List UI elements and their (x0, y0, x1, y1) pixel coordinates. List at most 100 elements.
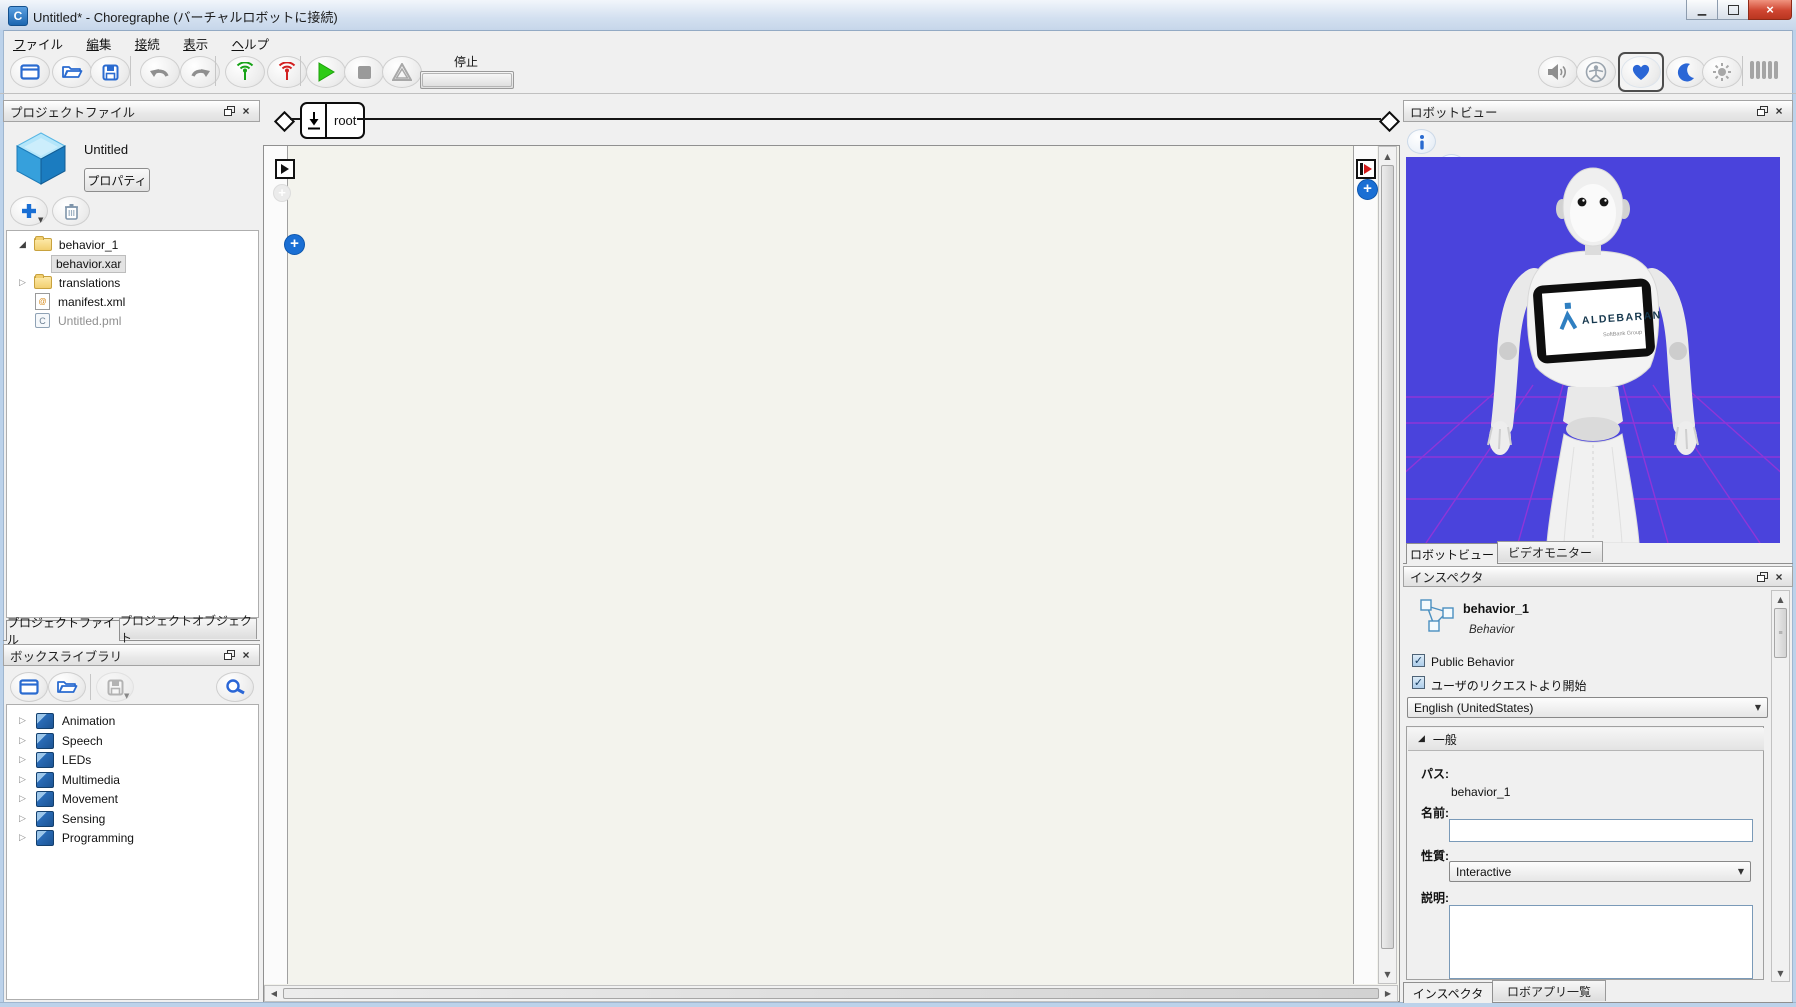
menu-help[interactable]: ヘルプ (222, 31, 280, 56)
title-bar[interactable]: C Untitled* - Choregraphe (バーチャルロボットに接続)… (0, 0, 1796, 31)
undo-button[interactable] (140, 56, 180, 88)
library-item-multimedia[interactable]: ▷ Multimedia (7, 770, 256, 789)
close-panel-icon[interactable]: × (1772, 570, 1786, 583)
close-panel-icon[interactable]: × (239, 649, 253, 662)
name-input[interactable] (1449, 819, 1753, 842)
delete-file-button[interactable] (52, 196, 90, 226)
posture-button[interactable] (1576, 56, 1616, 88)
tab-project-files[interactable]: プロジェクトファイル (6, 620, 120, 641)
canvas-vertical-scrollbar[interactable]: ▲ ▼ (1378, 146, 1397, 984)
scrollbar-thumb[interactable]: ≡ (1774, 608, 1787, 658)
root-behavior-node[interactable]: root (300, 102, 365, 139)
behavior-diagram-icon (1418, 598, 1456, 634)
stop-slider-thumb[interactable] (422, 73, 512, 87)
wake-button[interactable] (1702, 56, 1742, 88)
maximize-button[interactable] (1717, 0, 1749, 20)
library-item-leds[interactable]: ▷ LEDs (7, 750, 256, 769)
save-project-button[interactable] (90, 56, 130, 88)
tree-collapsed-icon[interactable]: ▷ (19, 775, 26, 785)
float-panel-icon[interactable] (1755, 105, 1769, 118)
canvas-input-connector[interactable] (275, 159, 295, 179)
menu-edit[interactable]: 編集 (76, 31, 121, 56)
start-on-user-request-checkbox[interactable] (1412, 676, 1425, 689)
flow-diagram-canvas[interactable]: ▲ ▼ ◀ ▶ (263, 145, 1400, 1002)
library-item-animation[interactable]: ▷ Animation (7, 711, 256, 730)
robot-info-button[interactable] (1407, 129, 1436, 154)
start-on-user-request-label: ユーザのリクエストより開始 (1431, 677, 1587, 694)
scroll-right-arrow[interactable]: ▶ (1381, 986, 1395, 1001)
scrollbar-thumb[interactable] (283, 988, 1379, 999)
general-section-header[interactable]: ◢ 一般 (1408, 728, 1764, 751)
new-project-button[interactable] (10, 56, 50, 88)
tree-item-behavior-folder[interactable]: ◢ behavior_1 (7, 235, 256, 254)
tree-expanded-icon[interactable]: ◢ (19, 240, 26, 250)
tree-collapsed-icon[interactable]: ▷ (19, 716, 26, 726)
disconnect-button[interactable] (267, 56, 307, 88)
tree-item-pml[interactable]: C Untitled.pml (7, 311, 256, 330)
description-textarea[interactable] (1449, 905, 1753, 979)
library-item-speech[interactable]: ▷ Speech (7, 731, 256, 750)
scroll-down-arrow[interactable]: ▼ (1379, 967, 1396, 981)
scroll-up-arrow[interactable]: ▲ (1772, 593, 1789, 606)
tab-robo-apps[interactable]: ロボアプリ一覧 (1492, 980, 1606, 1001)
robot-3d-viewport[interactable]: ALDEBARAN SoftBank Group (1406, 157, 1780, 543)
menu-connection[interactable]: 接続 (125, 31, 170, 56)
play-button[interactable] (306, 56, 346, 88)
tree-collapsed-icon[interactable]: ▷ (19, 794, 26, 804)
tree-item-translations[interactable]: ▷ translations (7, 273, 256, 292)
canvas-output-connector[interactable] (1356, 159, 1376, 179)
close-panel-icon[interactable]: × (239, 105, 253, 118)
tree-item-label-selected[interactable]: behavior.xar (51, 255, 126, 273)
tab-project-objects[interactable]: プロジェクトオブジェクト (119, 618, 257, 639)
add-input-button-faint[interactable] (273, 184, 291, 202)
search-box-button[interactable] (216, 672, 254, 702)
scroll-down-arrow[interactable]: ▼ (1772, 967, 1789, 980)
inspector-scrollbar[interactable]: ▲ ≡ ▼ (1771, 590, 1790, 982)
tree-collapsed-icon[interactable]: ▷ (19, 736, 26, 746)
redo-button[interactable] (180, 56, 220, 88)
tab-video-monitor[interactable]: ビデオモニター (1497, 541, 1603, 562)
scroll-up-arrow[interactable]: ▲ (1379, 149, 1396, 163)
canvas-horizontal-scrollbar[interactable]: ◀ ▶ (264, 985, 1398, 1002)
tree-collapsed-icon[interactable]: ▷ (19, 755, 26, 765)
scroll-left-arrow[interactable]: ◀ (267, 986, 281, 1001)
stop-button[interactable] (344, 56, 384, 88)
tree-collapsed-icon[interactable]: ▷ (19, 833, 26, 843)
close-panel-icon[interactable]: × (1772, 105, 1786, 118)
tree-item-manifest[interactable]: @ manifest.xml (7, 292, 256, 311)
open-project-button[interactable] (52, 56, 92, 88)
add-file-dropdown-arrow[interactable]: ▼ (38, 216, 43, 224)
minimize-button[interactable]: ▁ (1686, 0, 1718, 20)
public-behavior-label: Public Behavior (1431, 655, 1514, 669)
language-dropdown[interactable]: English (UnitedStates) ▼ (1407, 697, 1768, 718)
volume-button[interactable] (1538, 56, 1578, 88)
tab-robot-view[interactable]: ロボットビュー (1406, 543, 1498, 564)
stop-slider[interactable] (420, 71, 514, 89)
connect-button[interactable] (225, 56, 265, 88)
robot-life-button[interactable] (1618, 52, 1664, 92)
sleep-button[interactable] (1666, 56, 1706, 88)
float-panel-icon[interactable] (222, 105, 236, 118)
library-item-movement[interactable]: ▷ Movement (7, 789, 256, 808)
debug-button[interactable] (382, 56, 422, 88)
scrollbar-thumb[interactable] (1381, 165, 1394, 949)
tree-collapsed-icon[interactable]: ▷ (19, 814, 26, 824)
library-item-programming[interactable]: ▷ Programming (7, 828, 256, 847)
save-dropdown-arrow[interactable]: ▼ (124, 692, 129, 700)
add-input-button[interactable] (284, 234, 305, 255)
nature-dropdown[interactable]: Interactive ▼ (1449, 861, 1751, 882)
tab-inspector[interactable]: インスペクタ (1403, 982, 1493, 1003)
close-button[interactable]: × (1748, 0, 1792, 20)
tree-collapsed-icon[interactable]: ▷ (19, 278, 26, 288)
properties-button[interactable]: プロパティ (84, 168, 150, 192)
float-panel-icon[interactable] (1755, 570, 1769, 583)
library-item-sensing[interactable]: ▷ Sensing (7, 809, 256, 828)
tree-item-behavior-xar[interactable]: behavior.xar (7, 254, 256, 273)
menu-file[interactable]: ファイル (3, 31, 73, 56)
add-output-button[interactable] (1357, 179, 1378, 200)
new-box-library-button[interactable] (10, 672, 48, 702)
open-box-library-button[interactable] (48, 672, 86, 702)
public-behavior-checkbox[interactable] (1412, 654, 1425, 667)
float-panel-icon[interactable] (222, 649, 236, 662)
menu-view[interactable]: 表示 (173, 31, 218, 56)
